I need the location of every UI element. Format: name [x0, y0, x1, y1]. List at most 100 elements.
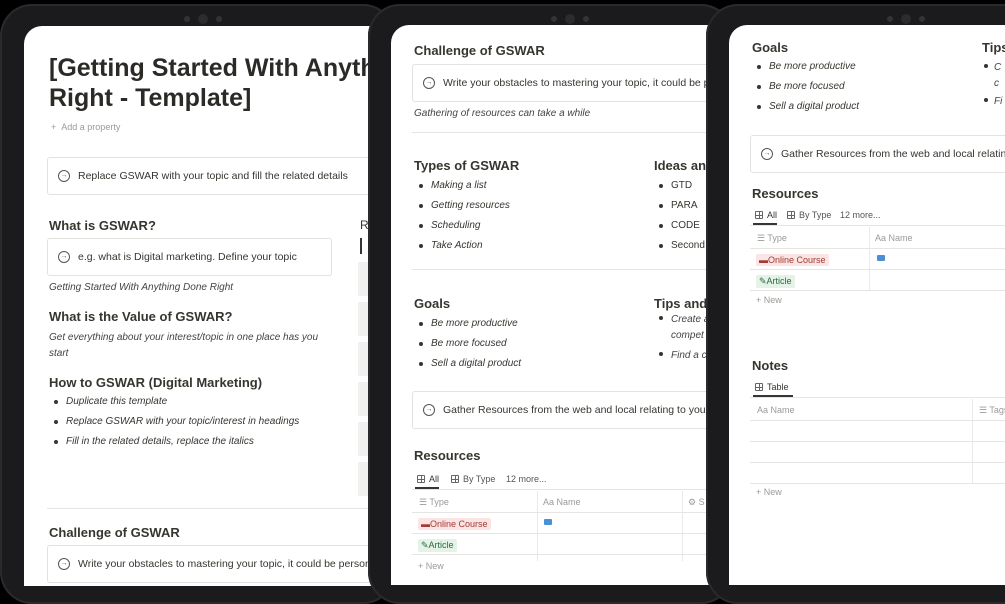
- list-item-continued: c: [994, 78, 999, 89]
- heading-challenge: Challenge of GSWAR: [414, 43, 545, 58]
- list-item: Fill in the related details, replace the…: [50, 432, 299, 452]
- callout-gather[interactable]: → Gather Resources from the web and loca…: [750, 135, 1005, 173]
- challenge-text: Gathering of resources can take a while: [414, 108, 591, 119]
- callout-text: Gather Resources from the web and local …: [781, 148, 1005, 160]
- camera-bar: [887, 14, 925, 24]
- arrow-circle-icon: →: [58, 170, 70, 182]
- heading-ideas: Ideas and: [654, 158, 714, 173]
- types-list: Making a list Getting resources Scheduli…: [415, 176, 510, 256]
- divider: [412, 132, 733, 133]
- list-item: Create a: [655, 314, 709, 325]
- tab-table[interactable]: Table: [755, 382, 789, 392]
- list-item: Be more focused: [753, 77, 859, 97]
- tab-all[interactable]: All: [755, 210, 777, 220]
- page-title-line2: Right - Template]: [49, 84, 252, 112]
- plus-icon: +: [51, 122, 57, 132]
- column-divider: [537, 491, 538, 561]
- callout-what-is[interactable]: → e.g. what is Digital marketing. Define…: [47, 238, 332, 276]
- add-property-button[interactable]: + Add a property: [51, 122, 120, 132]
- row-divider: [412, 533, 733, 534]
- heading-what-is: What is GSWAR?: [49, 218, 156, 233]
- row-divider: [750, 290, 1005, 291]
- column-header-status[interactable]: ⚙ S: [688, 497, 705, 508]
- type-tag-article: ✎Article: [756, 275, 795, 288]
- new-row-button[interactable]: + New: [418, 561, 444, 571]
- row-divider: [412, 512, 733, 513]
- row-divider: [750, 248, 1005, 249]
- list-item: Replace GSWAR with your topic/interest i…: [50, 412, 299, 432]
- list-item: Be more productive: [753, 57, 859, 77]
- goals-list: Be more productive Be more focused Sell …: [753, 57, 859, 117]
- arrow-circle-icon: →: [423, 77, 435, 89]
- divider: [47, 508, 395, 509]
- callout-text: Write your obstacles to mastering your t…: [443, 77, 716, 89]
- list-item-continued: compet: [671, 330, 704, 341]
- callout-replace[interactable]: → Replace GSWAR with your topic and fill…: [47, 157, 395, 195]
- heading-goals: Goals: [414, 296, 451, 311]
- board-icon: [787, 211, 795, 219]
- add-property-label: Add a property: [61, 122, 121, 132]
- tab-by-type[interactable]: By Type: [787, 210, 831, 220]
- column-header-name[interactable]: Aa Name: [875, 233, 913, 243]
- arrow-circle-icon: →: [58, 558, 70, 570]
- screen-left: [Getting Started With Anyth Right - Temp…: [24, 26, 395, 586]
- tablet-left: [Getting Started With Anyth Right - Temp…: [0, 4, 395, 604]
- column-header-type[interactable]: ☰ Type: [757, 233, 787, 244]
- column-header-name[interactable]: Aa Name: [543, 497, 581, 507]
- callout-challenge[interactable]: → Write your obstacles to mastering your…: [412, 64, 733, 102]
- list-item: Second: [655, 236, 705, 256]
- column-divider: [682, 491, 683, 561]
- type-tag-online-course: ▬Online Course: [418, 518, 491, 530]
- heading-how-to: How to GSWAR (Digital Marketing): [49, 375, 263, 390]
- callout-challenge[interactable]: → Write your obstacles to mastering your…: [47, 545, 395, 583]
- new-row-button[interactable]: + New: [756, 487, 782, 497]
- value-text-1: Get everything about your interest/topic…: [49, 332, 319, 343]
- callout-text: Write your obstacles to mastering your t…: [78, 558, 379, 570]
- row-divider: [750, 269, 1005, 270]
- heading-resources: Resources: [414, 448, 481, 463]
- list-item: Sell a digital product: [753, 97, 859, 117]
- row-divider: [750, 441, 1005, 442]
- divider: [750, 225, 1005, 226]
- page-icon: [544, 519, 552, 525]
- column-header-name[interactable]: Aa Name: [757, 405, 795, 415]
- list-item: Find a c: [655, 350, 707, 361]
- column-divider: [869, 227, 870, 291]
- screen-middle: Challenge of GSWAR → Write your obstacle…: [391, 25, 733, 585]
- camera-bar: [551, 14, 589, 24]
- list-item: Be more focused: [415, 334, 521, 354]
- list-item: Getting resources: [415, 196, 510, 216]
- list-item: Scheduling: [415, 216, 510, 236]
- list-item: Fi: [982, 96, 1002, 107]
- tab-more[interactable]: 12 more...: [840, 210, 881, 220]
- arrow-circle-icon: →: [761, 148, 773, 160]
- list-item: C: [982, 62, 1001, 73]
- list-item: PARA: [655, 196, 705, 216]
- screen-right: Goals Be more productive Be more focused…: [729, 25, 1005, 585]
- tablet-middle: Challenge of GSWAR → Write your obstacle…: [368, 4, 733, 604]
- row-divider: [412, 554, 733, 555]
- callout-text: e.g. what is Digital marketing. Define y…: [78, 251, 297, 263]
- table-icon: [755, 211, 763, 219]
- heading-tips: Tips: [982, 40, 1005, 55]
- ideas-list: GTD PARA CODE Second: [655, 176, 705, 256]
- callout-text: Replace GSWAR with your topic and fill t…: [78, 170, 348, 182]
- what-is-text: Getting Started With Anything Done Right: [49, 282, 234, 293]
- list-item: CODE: [655, 216, 705, 236]
- type-tag-online-course: ▬Online Course: [756, 254, 829, 266]
- list-item: Take Action: [415, 236, 510, 256]
- how-to-list: Duplicate this template Replace GSWAR wi…: [50, 392, 299, 452]
- list-item: Making a list: [415, 176, 510, 196]
- callout-gather[interactable]: → Gather Resources from the web and loca…: [412, 391, 733, 429]
- tab-more[interactable]: 12 more...: [506, 474, 547, 484]
- tab-all[interactable]: All: [417, 474, 439, 484]
- tab-by-type[interactable]: By Type: [451, 474, 495, 484]
- board-icon: [451, 475, 459, 483]
- list-item: Duplicate this template: [50, 392, 299, 412]
- divider: [750, 397, 1005, 398]
- page-icon: [877, 255, 885, 261]
- column-header-type[interactable]: ☰ Type: [419, 497, 449, 508]
- column-header-tags[interactable]: ☰ Tags: [979, 405, 1005, 416]
- row-divider: [750, 420, 1005, 421]
- new-row-button[interactable]: + New: [756, 295, 782, 305]
